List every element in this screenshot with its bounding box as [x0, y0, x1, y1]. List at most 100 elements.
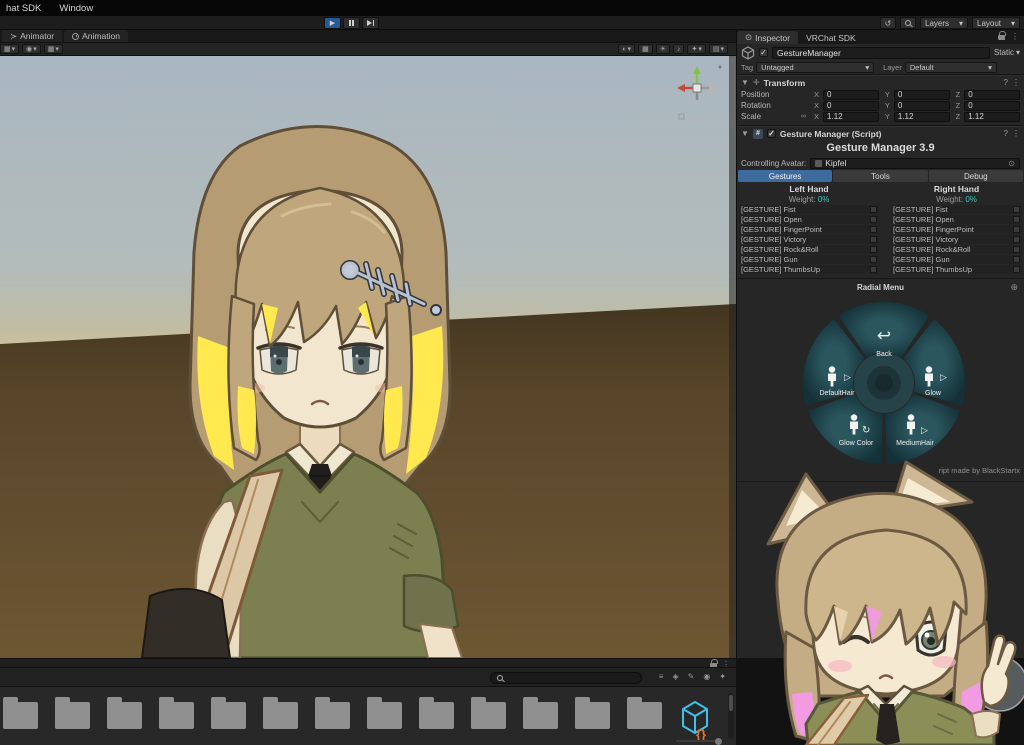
layers-dropdown[interactable]: Layers ▾: [920, 17, 968, 29]
gameobject-active-checkbox[interactable]: ✓: [759, 48, 768, 57]
lock-icon[interactable]: [998, 35, 1005, 40]
folder-icon[interactable]: [627, 702, 662, 729]
scene-scrollbar[interactable]: [729, 56, 736, 658]
gesture-row[interactable]: [GESTURE] Rock&Roll: [739, 245, 879, 254]
folder-icon[interactable]: [263, 702, 298, 729]
tag-dropdown[interactable]: Untagged ▾: [756, 62, 874, 73]
rotation-x-field[interactable]: 0: [823, 101, 879, 111]
folder-icon[interactable]: [419, 702, 454, 729]
scene-orientation-gizmo[interactable]: Front: [670, 62, 724, 126]
scene-scrollbar-thumb[interactable]: [730, 58, 735, 128]
component-enabled-checkbox[interactable]: ✓: [767, 129, 776, 138]
gizmo-center-cube[interactable]: [693, 84, 701, 92]
gesture-row[interactable]: [GESTURE] Victory: [739, 235, 879, 244]
gesture-row[interactable]: [GESTURE] Gun: [739, 255, 879, 264]
gesture-row[interactable]: [GESTURE] ThumbsUp: [739, 265, 879, 274]
gizmo-view-label[interactable]: Front: [691, 113, 709, 122]
gesture-row[interactable]: [GESTURE] FingerPoint: [739, 225, 879, 234]
project-search-field[interactable]: [490, 672, 642, 684]
search-button[interactable]: [900, 17, 916, 29]
package-asset-icon[interactable]: {}: [679, 699, 711, 741]
folder-icon[interactable]: [575, 702, 610, 729]
effects-dropdown-button[interactable]: ✦▾: [687, 44, 705, 54]
scale-z-field[interactable]: 1.12: [964, 112, 1020, 122]
scene-viewport[interactable]: Front: [0, 56, 736, 658]
gizmos-dropdown-button[interactable]: ▤▾: [709, 44, 728, 54]
tab-animation[interactable]: Animation: [64, 30, 128, 42]
x-axis-icon[interactable]: [677, 84, 685, 92]
tab-debug[interactable]: Debug: [929, 170, 1023, 182]
gameobject-cube-icon[interactable]: [741, 46, 755, 60]
pivot-dropdown-button[interactable]: ◉▾: [22, 44, 41, 54]
tab-tools[interactable]: Tools: [833, 170, 927, 182]
object-picker-icon[interactable]: ⊙: [1008, 159, 1015, 168]
folder-icon[interactable]: [211, 702, 246, 729]
rotation-z-field[interactable]: 0: [964, 101, 1020, 111]
gesture-edit-toggle[interactable]: [870, 206, 877, 213]
gesture-manager-header[interactable]: ▼ # ✓ Gesture Manager (Script) ? ⋮: [737, 126, 1024, 140]
folder-icon[interactable]: [523, 702, 558, 729]
project-scrollbar[interactable]: [728, 693, 734, 739]
edit-icon[interactable]: ✎: [688, 672, 695, 681]
gesture-edit-toggle[interactable]: [870, 246, 877, 253]
gameobject-name-field[interactable]: GestureManager: [772, 47, 990, 59]
folder-icon[interactable]: [3, 702, 38, 729]
step-button[interactable]: [362, 17, 379, 29]
pause-button[interactable]: [343, 17, 360, 29]
target-icon[interactable]: ◉: [703, 672, 710, 681]
project-scrollbar-thumb[interactable]: [729, 695, 733, 711]
play-button[interactable]: ▶: [324, 17, 341, 29]
gesture-edit-toggle[interactable]: [870, 226, 877, 233]
gesture-row[interactable]: [GESTURE] Rock&Roll: [891, 245, 1022, 254]
position-y-field[interactable]: 0: [894, 90, 950, 100]
z-axis-icon[interactable]: [709, 84, 717, 92]
star-icon[interactable]: ✦: [719, 672, 726, 681]
menu-vrchat-sdk[interactable]: hat SDK: [6, 3, 41, 14]
tab-vrchat-sdk[interactable]: VRChat SDK: [798, 31, 864, 44]
slider-knob[interactable]: [715, 738, 722, 745]
gesture-row[interactable]: [GESTURE] Open: [891, 215, 1022, 224]
folder-icon[interactable]: [315, 702, 350, 729]
folder-icon[interactable]: [159, 702, 194, 729]
gesture-row[interactable]: [GESTURE] Open: [739, 215, 879, 224]
position-x-field[interactable]: 0: [823, 90, 879, 100]
scale-x-field[interactable]: 1.12: [823, 112, 879, 122]
gesture-edit-toggle[interactable]: [1013, 266, 1020, 273]
foldout-icon[interactable]: ▼: [741, 78, 749, 87]
help-icon[interactable]: ?: [1004, 78, 1008, 87]
radial-menu-settings-icon[interactable]: ⊕: [1010, 282, 1018, 293]
gesture-edit-toggle[interactable]: [1013, 226, 1020, 233]
type-search-icon[interactable]: ◈: [672, 672, 678, 681]
folder-icon[interactable]: [367, 702, 402, 729]
help-icon[interactable]: ?: [1004, 129, 1008, 138]
gesture-edit-toggle[interactable]: [870, 236, 877, 243]
position-z-field[interactable]: 0: [964, 90, 1020, 100]
kebab-menu-icon[interactable]: ⋮: [1012, 129, 1020, 138]
gesture-edit-toggle[interactable]: [870, 266, 877, 273]
link-scale-icon[interactable]: ∞: [799, 113, 808, 120]
filter-icon[interactable]: ≡: [659, 672, 664, 681]
audio-toggle-button[interactable]: ♪: [673, 44, 685, 54]
tool-dropdown-button[interactable]: ▦▾: [0, 44, 19, 54]
kebab-menu-icon[interactable]: ⋮: [1012, 78, 1020, 87]
foldout-icon[interactable]: ▼: [741, 129, 749, 138]
tab-gestures[interactable]: Gestures: [738, 170, 832, 182]
menu-window[interactable]: Window: [59, 3, 93, 14]
folder-icon[interactable]: [55, 702, 90, 729]
gesture-row[interactable]: [GESTURE] FingerPoint: [891, 225, 1022, 234]
gesture-edit-toggle[interactable]: [1013, 236, 1020, 243]
y-axis-icon[interactable]: [693, 66, 701, 74]
gesture-row[interactable]: [GESTURE] Gun: [891, 255, 1022, 264]
folder-icon[interactable]: [471, 702, 506, 729]
snap-dropdown-button[interactable]: ▦▾: [44, 44, 63, 54]
icon-size-slider[interactable]: [676, 740, 722, 742]
history-button[interactable]: ↺: [880, 17, 896, 29]
tab-animator[interactable]: ≻ Animator: [2, 30, 62, 42]
rotation-y-field[interactable]: 0: [894, 101, 950, 111]
gesture-edit-toggle[interactable]: [1013, 216, 1020, 223]
tab-inspector[interactable]: ⊙ Inspector: [737, 31, 798, 44]
gesture-edit-toggle[interactable]: [870, 216, 877, 223]
kebab-menu-icon[interactable]: ⋮: [1011, 33, 1019, 40]
static-toggle[interactable]: Static ▾: [994, 48, 1020, 57]
folder-icon[interactable]: [107, 702, 142, 729]
